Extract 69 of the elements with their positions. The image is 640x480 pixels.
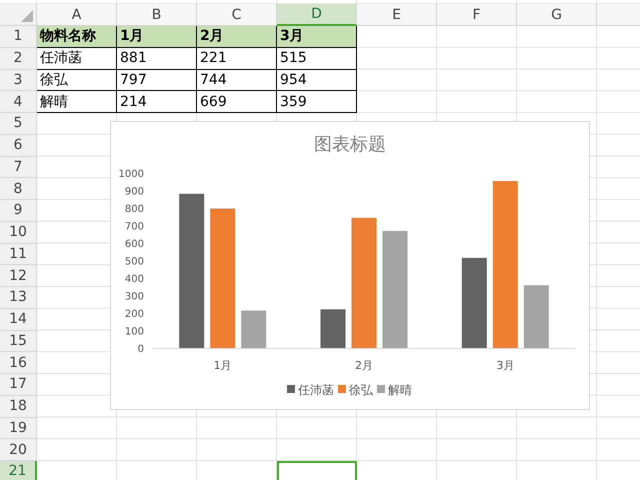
table-cell: 359 (277, 91, 357, 113)
axis-tick-label: 600 (124, 239, 144, 250)
category-label: 3月 (496, 359, 514, 372)
row-header[interactable]: 10 (0, 222, 37, 244)
column-header[interactable]: A (37, 4, 117, 26)
category-label: 2月 (355, 359, 373, 372)
axis-tick-label: 100 (124, 326, 144, 338)
row-header[interactable]: 5 (0, 113, 37, 135)
select-all-icon[interactable] (21, 10, 33, 22)
table-cell: 744 (197, 70, 277, 92)
row-header[interactable]: 9 (0, 200, 37, 222)
row-header[interactable]: 6 (0, 134, 37, 156)
row-header[interactable]: 12 (0, 265, 37, 287)
chart-area[interactable]: 图表标题 0 100 200 300 400 500 600 700 800 900 1000 1月 2月 3月 任沛菡 徐弘 解晴 (110, 121, 590, 410)
table-cell: 任沛菡 (37, 48, 117, 70)
axis-tick-label: 0 (138, 344, 144, 355)
chart-title: 图表标题 (314, 134, 386, 155)
column-header[interactable]: D (277, 4, 357, 26)
table-cell: 881 (117, 48, 197, 70)
header-cell: 3月 (277, 26, 357, 48)
row-header[interactable]: 1 (0, 26, 37, 48)
table-cell: 954 (277, 70, 357, 92)
header-cell: 2月 (197, 26, 277, 48)
table-cell: 797 (117, 70, 197, 92)
row-header[interactable]: 19 (0, 418, 37, 440)
axis-tick-label: 1000 (118, 169, 144, 180)
row-header[interactable]: 3 (0, 70, 37, 92)
column-header[interactable]: G (517, 4, 597, 26)
bar (524, 285, 549, 348)
legend-label: 任沛菡 (298, 383, 334, 397)
row-header[interactable]: 13 (0, 287, 37, 309)
axis-tick-label: 300 (124, 292, 144, 302)
axis-tick-label: 900 (124, 186, 144, 198)
legend-label: 解晴 (388, 383, 412, 397)
bar (241, 310, 266, 348)
table-cell: 徐弘 (37, 70, 117, 92)
column-header[interactable] (597, 4, 640, 26)
row-header[interactable]: 4 (0, 91, 37, 113)
row-header[interactable]: 21 (0, 461, 37, 480)
row-header[interactable]: 14 (0, 308, 37, 330)
column-header[interactable]: C (197, 4, 277, 26)
table-cell: 221 (197, 48, 277, 70)
column-header[interactable]: B (117, 4, 197, 26)
bar (320, 309, 346, 348)
row-header[interactable]: 11 (0, 244, 37, 266)
row-header[interactable]: 18 (0, 396, 37, 418)
table-cell: 669 (197, 91, 277, 113)
axis-tick-label: 800 (124, 204, 144, 215)
header-cell: 1月 (117, 26, 197, 48)
table-cell: 214 (117, 91, 197, 113)
active-cell[interactable] (277, 461, 357, 480)
row-header[interactable]: 8 (0, 178, 37, 200)
row-header[interactable]: 16 (0, 352, 37, 374)
row-header[interactable]: 7 (0, 156, 37, 178)
axis-tick-label: 400 (124, 274, 144, 285)
column-header[interactable]: F (437, 4, 517, 26)
table-cell: 解晴 (37, 91, 117, 113)
row-header[interactable]: 20 (0, 439, 37, 461)
column-header[interactable]: E (357, 4, 437, 26)
axis-tick-label: 700 (124, 222, 144, 232)
category-label: 1月 (214, 359, 232, 372)
axis-tick-label: 500 (124, 256, 144, 268)
legend-label: 徐弘 (349, 383, 373, 397)
row-header[interactable]: 17 (0, 374, 37, 396)
table-cell: 515 (277, 48, 357, 70)
axis-tick-label: 200 (124, 309, 144, 320)
row-header[interactable]: 15 (0, 330, 37, 352)
header-cell: 物料名称 (37, 26, 117, 48)
row-header[interactable]: 2 (0, 48, 37, 70)
